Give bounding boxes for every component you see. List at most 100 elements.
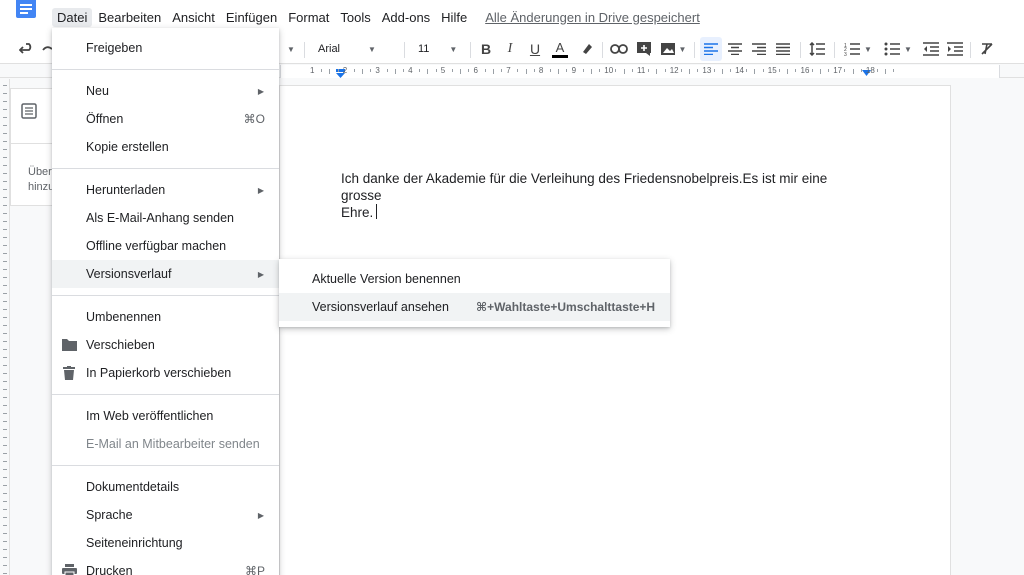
increase-indent-icon[interactable] — [944, 37, 966, 61]
align-right-icon[interactable] — [748, 37, 770, 61]
ruler-tick — [558, 69, 560, 74]
justify-icon[interactable] — [772, 37, 794, 61]
ruler-label: 10 — [604, 66, 614, 75]
menu-help[interactable]: Hilfe — [436, 8, 472, 27]
ruler-tick — [3, 413, 7, 414]
ruler-tick — [3, 93, 7, 94]
ruler-tick — [533, 69, 535, 72]
ruler-tick — [3, 477, 7, 478]
link-icon[interactable] — [608, 37, 630, 61]
docs-logo-icon[interactable] — [14, 0, 38, 20]
ruler-label: 13 — [702, 66, 712, 75]
ruler-tick — [3, 453, 7, 454]
menu-item-page-setup[interactable]: Seiteneinrichtung — [52, 529, 279, 557]
ruler-tick — [3, 149, 7, 150]
undo-icon[interactable] — [16, 37, 38, 61]
ruler-tick — [3, 277, 7, 278]
ruler-tick — [3, 173, 7, 174]
save-status-link[interactable]: Alle Änderungen in Drive gespeichert — [485, 10, 700, 25]
outline-list-icon[interactable] — [21, 103, 37, 124]
text-color-icon[interactable]: A — [550, 37, 570, 61]
ruler-tick — [337, 69, 339, 72]
menu-view[interactable]: Ansicht — [167, 8, 220, 27]
ruler-tick — [721, 69, 723, 74]
ruler-tick — [525, 69, 527, 74]
ruler-tick — [566, 69, 568, 72]
line-spacing-icon[interactable] — [806, 37, 828, 61]
menu-item-make-copy[interactable]: Kopie erstellen — [52, 133, 279, 161]
menu-item-email-collaborators: E-Mail an Mitbearbeiter senden — [86, 437, 260, 451]
document-body[interactable]: Ich danke der Akademie für die Verleihun… — [341, 170, 861, 221]
font-size-select[interactable]: 11 ▼ — [418, 37, 466, 61]
ruler-tick — [828, 69, 830, 72]
menu-item-share[interactable]: Freigeben — [52, 34, 279, 62]
bulleted-list-icon[interactable]: ▼ — [880, 37, 916, 61]
ruler-tick — [3, 381, 7, 382]
decrease-indent-icon[interactable] — [920, 37, 942, 61]
ruler-tick — [811, 69, 813, 72]
menu-item-move[interactable]: Verschieben — [52, 331, 279, 359]
italic-icon[interactable]: I — [500, 37, 520, 61]
underline-icon[interactable]: U — [525, 37, 545, 61]
style-dropdown-caret-icon[interactable]: ▼ — [284, 37, 298, 61]
document-page[interactable]: Ich danke der Akademie für die Verleihun… — [280, 86, 950, 575]
ruler-tick — [860, 69, 862, 72]
chevron-down-icon: ▼ — [449, 44, 458, 54]
ruler-tick — [3, 309, 7, 310]
submenu-item-see-version-history[interactable]: Versionsverlauf ansehen ⌘+Wahltaste+Umsc… — [279, 293, 670, 321]
menu-item-language[interactable]: Sprache ▶ — [52, 501, 279, 529]
ruler-tick — [590, 69, 592, 74]
menu-insert[interactable]: Einfügen — [221, 8, 282, 27]
menu-item-email-attachment[interactable]: Als E-Mail-Anhang senden — [52, 204, 279, 232]
image-icon[interactable]: ▼ — [658, 37, 688, 61]
menu-item-document-details[interactable]: Dokumentdetails — [52, 473, 279, 501]
align-left-icon[interactable] — [700, 37, 722, 61]
ruler-tick — [3, 501, 7, 502]
ruler-tick — [427, 69, 429, 74]
menu-tools[interactable]: Tools — [335, 8, 375, 27]
ruler-tick — [680, 69, 682, 72]
ruler-tick — [656, 69, 658, 74]
ruler-tick — [435, 69, 437, 72]
ruler-label: 11 — [637, 66, 646, 75]
font-name: Arial — [318, 43, 341, 55]
menu-item-publish[interactable]: Im Web veröffentlichen — [52, 402, 279, 430]
menu-addons[interactable]: Add-ons — [377, 8, 435, 27]
ruler-tick — [394, 69, 396, 74]
ruler-tick — [402, 69, 404, 72]
ruler-tick — [3, 125, 7, 126]
ruler-tick — [615, 69, 617, 72]
menu-item-download[interactable]: Herunterladen ▶ — [52, 176, 279, 204]
ruler-tick — [778, 69, 780, 72]
numbered-list-icon[interactable]: 123 ▼ — [840, 37, 876, 61]
menu-format[interactable]: Format — [283, 8, 334, 27]
ruler-tick — [3, 445, 7, 446]
ruler-tick — [3, 517, 7, 518]
ruler-tick — [3, 301, 7, 302]
clear-formatting-icon[interactable] — [976, 37, 998, 61]
menu-item-rename[interactable]: Umbenennen — [52, 303, 279, 331]
highlight-icon[interactable] — [578, 37, 596, 61]
ruler-tick — [3, 509, 7, 510]
bold-icon[interactable]: B — [476, 37, 496, 61]
menu-item-print[interactable]: Drucken ⌘P — [52, 557, 279, 575]
menu-item-open[interactable]: Öffnen ⌘O — [52, 105, 279, 133]
ruler-tick — [468, 69, 470, 72]
comment-icon[interactable] — [634, 37, 654, 61]
ruler-tick — [3, 565, 7, 566]
menu-item-offline[interactable]: Offline verfügbar machen — [52, 232, 279, 260]
ruler-tick — [697, 69, 699, 72]
menu-edit[interactable]: Bearbeiten — [93, 8, 166, 27]
submenu-item-name-current-version[interactable]: Aktuelle Version benennen — [279, 265, 670, 293]
vertical-ruler[interactable] — [0, 79, 10, 575]
ruler-label: 18 — [865, 66, 875, 75]
font-select[interactable]: Arial ▼ — [318, 37, 400, 61]
menu-item-version-history[interactable]: Versionsverlauf ▶ — [52, 260, 279, 288]
menu-file[interactable]: Datei — [52, 7, 93, 27]
menu-item-trash[interactable]: In Papierkorb verschieben — [52, 359, 279, 387]
align-center-icon[interactable] — [724, 37, 746, 61]
ruler-tick — [599, 69, 601, 72]
menu-item-new[interactable]: Neu ▶ — [52, 77, 279, 105]
ruler-tick — [582, 69, 584, 72]
ruler-tick — [321, 69, 323, 72]
